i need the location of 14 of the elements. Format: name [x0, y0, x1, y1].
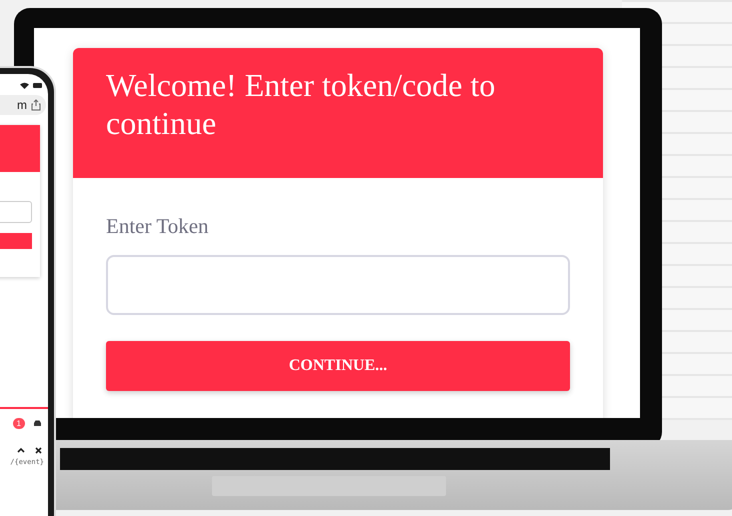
notification-badge: 1 — [12, 418, 25, 428]
welcome-heading: Welcome! Enter token/code to continue — [106, 66, 496, 142]
share-icon[interactable] — [31, 99, 41, 111]
mini-card-header — [0, 125, 40, 172]
close-icon[interactable] — [35, 447, 42, 454]
mini-input-field[interactable] — [0, 201, 32, 223]
wifi-icon — [20, 82, 29, 89]
continue-button[interactable]: CONTINUE... — [106, 341, 570, 391]
caret-up-icon[interactable] — [17, 447, 25, 453]
battery-icon — [33, 83, 42, 88]
token-label: Enter Token — [106, 214, 210, 239]
token-input-field[interactable] — [106, 255, 570, 315]
url-bar[interactable]: m — [0, 95, 46, 115]
url-text: m — [17, 98, 27, 112]
